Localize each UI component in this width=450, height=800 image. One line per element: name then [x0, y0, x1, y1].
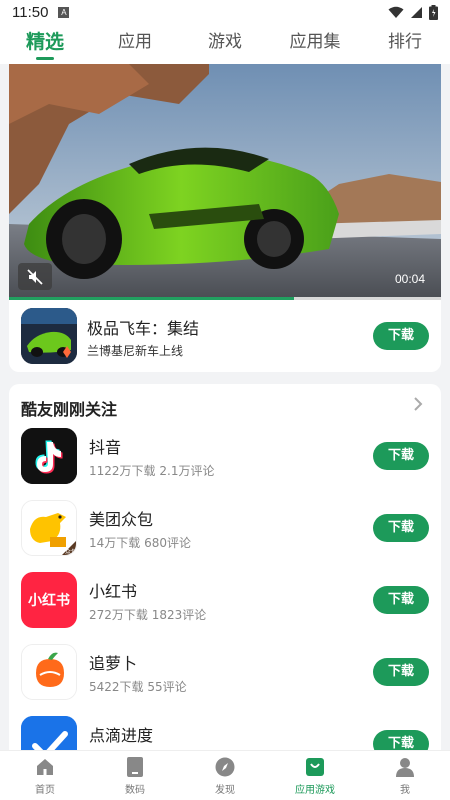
mute-button[interactable] [18, 263, 52, 290]
home-icon [34, 756, 56, 778]
app-list-item[interactable]: 众包 美团众包 14万下载 680评论 下载 [9, 500, 441, 572]
featured-app-subtitle: 兰博基尼新车上线 [87, 344, 184, 358]
tab-featured[interactable]: 精选 [0, 24, 90, 64]
xiaohongshu-icon: 小红书 [21, 572, 77, 628]
bag-icon [304, 756, 326, 778]
download-button[interactable]: 下载 [373, 586, 429, 614]
app-comments: 680评论 [144, 536, 192, 550]
nav-home[interactable]: 首页 [0, 751, 90, 800]
status-indicators [388, 4, 438, 20]
app-name: 点滴进度 [89, 726, 154, 745]
nav-label: 应用游戏 [295, 784, 335, 796]
app-stats: 5422下载 55评论 [89, 678, 187, 695]
app-name: 小红书 [89, 582, 138, 601]
app-name: 追萝卜 [89, 654, 138, 673]
top-tab-bar: 精选 应用 游戏 应用集 排行 [0, 24, 450, 64]
section-title: 酷友刚刚关注 [21, 400, 118, 419]
featured-card: 00:04 极品飞车：集结 兰博基尼新车上线 下载 [9, 64, 441, 372]
app-list-item[interactable]: 小红书 小红书 272万下载 1823评论 下载 [9, 572, 441, 644]
app-name: 抖音 [89, 438, 122, 457]
app-stats: 272万下载 1823评论 [89, 606, 206, 623]
nav-label: 数码 [125, 784, 145, 796]
speaker-muted-icon [27, 268, 43, 285]
app-downloads: 14万下载 [89, 536, 141, 550]
nav-digital[interactable]: 数码 [90, 751, 180, 800]
app-comments: 55评论 [147, 680, 187, 694]
nav-label: 首页 [35, 784, 55, 796]
video-progress-bar[interactable] [9, 297, 441, 300]
zhuiluobo-icon [21, 644, 77, 700]
signal-icon [411, 6, 422, 18]
featured-app-row[interactable]: 极品飞车：集结 兰博基尼新车上线 下载 [9, 306, 441, 366]
tab-app-collections[interactable]: 应用集 [270, 24, 360, 64]
nav-label: 我 [400, 784, 410, 796]
nfs-game-icon [21, 308, 77, 364]
nav-me[interactable]: 我 [360, 751, 450, 800]
video-timestamp: 00:04 [394, 272, 425, 286]
tab-apps[interactable]: 应用 [90, 24, 180, 64]
app-downloads: 1122万下载 [89, 464, 156, 478]
person-icon [394, 756, 416, 778]
recently-followed-section: 酷友刚刚关注 抖音 1122万下载 2.1万评论 下载 众包 美团众包 14万下… [9, 384, 441, 764]
icon-badge-text: 众包 [65, 548, 77, 556]
icon-brand-text: 小红书 [28, 593, 70, 609]
app-stats: 1122万下载 2.1万评论 [89, 462, 214, 479]
nav-discover[interactable]: 发现 [180, 751, 270, 800]
nav-label: 发现 [215, 784, 235, 796]
app-comments: 1823评论 [151, 608, 207, 622]
wifi-icon [388, 6, 404, 18]
download-button[interactable]: 下载 [373, 658, 429, 686]
compass-icon [214, 756, 236, 778]
phone-icon [124, 756, 146, 778]
notification-icon: A [58, 6, 70, 18]
app-list-item[interactable]: 追萝卜 5422下载 55评论 下载 [9, 644, 441, 716]
app-downloads: 272万下载 [89, 608, 148, 622]
featured-app-title: 极品飞车：集结 [87, 319, 200, 338]
status-time: 11:50 [12, 3, 49, 21]
download-button[interactable]: 下载 [373, 514, 429, 542]
tab-rankings[interactable]: 排行 [360, 24, 450, 64]
douyin-icon [21, 428, 77, 484]
featured-download-button[interactable]: 下载 [373, 322, 429, 350]
meituan-zhongbao-icon: 众包 [21, 500, 77, 556]
app-stats: 14万下载 680评论 [89, 534, 191, 551]
video-progress-fill [9, 297, 295, 300]
tab-games[interactable]: 游戏 [180, 24, 270, 64]
video-frame-image [9, 64, 441, 299]
app-list-item[interactable]: 抖音 1122万下载 2.1万评论 下载 [9, 428, 441, 500]
featured-video[interactable]: 00:04 [9, 64, 441, 299]
app-comments: 2.1万评论 [159, 464, 215, 478]
bottom-navigation: 首页 数码 发现 应用游戏 我 [0, 750, 450, 800]
download-button[interactable]: 下载 [373, 442, 429, 470]
status-bar: 11:50 A [0, 0, 450, 24]
app-name: 美团众包 [89, 510, 154, 529]
chevron-right-icon[interactable] [411, 396, 425, 412]
app-downloads: 5422下载 [89, 680, 144, 694]
battery-icon [429, 4, 438, 20]
nav-apps-games[interactable]: 应用游戏 [270, 751, 360, 800]
